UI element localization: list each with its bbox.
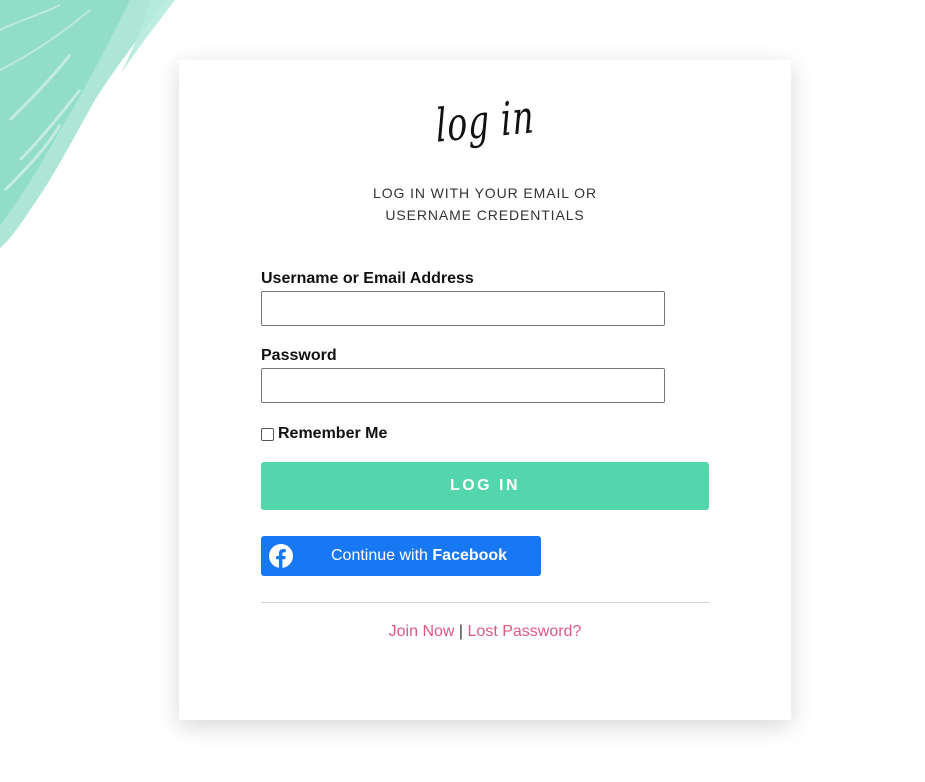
page-title: log in <box>434 89 536 153</box>
footer-links: Join Now | Lost Password? <box>261 623 709 641</box>
remember-me-checkbox[interactable] <box>261 427 274 441</box>
facebook-label-prefix: Continue with <box>331 547 433 564</box>
brush-stroke-decoration <box>0 0 175 248</box>
facebook-icon <box>269 544 293 568</box>
link-separator: | <box>458 623 464 640</box>
subtitle-line-1: LOG IN WITH YOUR EMAIL OR <box>373 185 597 201</box>
facebook-login-button[interactable]: Continue with Facebook <box>261 536 541 576</box>
login-page: log in LOG IN WITH YOUR EMAIL OR USERNAM… <box>0 0 925 782</box>
subtitle-line-2: USERNAME CREDENTIALS <box>385 207 585 223</box>
username-input[interactable] <box>261 291 665 326</box>
join-now-link[interactable]: Join Now <box>389 623 455 640</box>
remember-me-label[interactable]: Remember Me <box>278 425 387 443</box>
username-label: Username or Email Address <box>261 270 474 287</box>
page-subtitle: LOG IN WITH YOUR EMAIL OR USERNAME CREDE… <box>179 182 791 226</box>
divider <box>261 602 709 603</box>
password-input[interactable] <box>261 368 665 403</box>
login-form: Username or Email Address Password Remem… <box>261 268 709 641</box>
password-label: Password <box>261 347 337 364</box>
lost-password-link[interactable]: Lost Password? <box>468 623 582 640</box>
login-button[interactable]: LOG IN <box>261 462 709 510</box>
facebook-label-brand: Facebook <box>432 547 508 564</box>
login-card: log in LOG IN WITH YOUR EMAIL OR USERNAM… <box>179 60 791 720</box>
remember-me-row: Remember Me <box>261 424 709 444</box>
facebook-button-label: Continue with Facebook <box>331 547 507 565</box>
